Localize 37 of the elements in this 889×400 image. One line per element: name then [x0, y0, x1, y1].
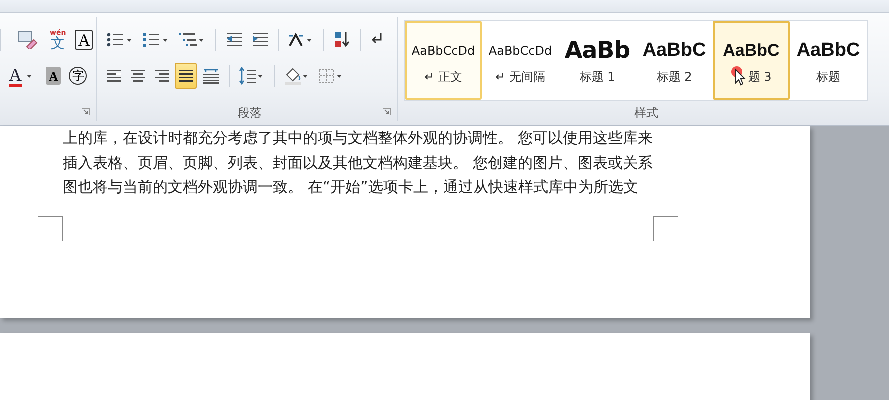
justify-icon[interactable] [178, 69, 194, 83]
caret-icon[interactable] [27, 74, 33, 78]
style-item[interactable]: AaBbC 题 3 [713, 21, 790, 100]
style-item[interactable]: AaBb 标题 1 [559, 21, 636, 100]
document-text-line: 上的库，在设计时都充分考虑了其中的项与文档整体外观的协调性。 您可以使用这些库来 [63, 128, 654, 149]
distributed-align-icon[interactable] [202, 68, 220, 84]
sort-icon[interactable] [333, 31, 351, 49]
document-text-line: 图也将与当前的文档外观协调一致。 在“开始”选项卡上，通过从快速样式库中为所选文 [63, 177, 640, 198]
increase-indent-icon[interactable] [251, 32, 269, 48]
margin-corner-mark [653, 216, 678, 240]
margin-corner-mark [38, 216, 63, 240]
group-label: 样式 [634, 104, 658, 122]
line-spacing-icon[interactable] [239, 67, 265, 85]
character-shading-button[interactable]: A [46, 67, 62, 85]
justify-button[interactable] [175, 63, 197, 89]
style-item[interactable]: AaBbCcDd ↵ 正文 [405, 21, 482, 100]
mouse-pointer-icon [731, 66, 748, 86]
dialog-launcher-icon[interactable] [383, 108, 391, 116]
style-item[interactable]: AaBbC 标题 2 [636, 21, 713, 100]
align-right-icon[interactable] [154, 69, 170, 83]
borders-icon[interactable] [318, 67, 344, 85]
decrease-indent-icon[interactable] [225, 32, 243, 48]
enclose-characters-button[interactable]: 字 [69, 67, 88, 85]
document-text-line: 插入表格、页眉、页脚、列表、封面以及其他文档构建基块。 您创建的图片、图表或关系 [63, 152, 654, 174]
align-left-icon[interactable] [106, 69, 122, 83]
bullets-icon[interactable] [106, 32, 134, 48]
paint-bucket-icon[interactable] [284, 67, 310, 85]
align-center-icon[interactable] [130, 69, 146, 83]
style-item[interactable]: AaBbC 标题 [790, 21, 867, 100]
character-border-button[interactable]: A [75, 30, 94, 50]
dialog-launcher-icon[interactable] [82, 108, 90, 116]
text-layout-icon[interactable] [288, 32, 314, 48]
group-label: 段落 [238, 104, 262, 122]
font-color-button[interactable]: A [6, 63, 36, 89]
multilevel-list-icon[interactable] [178, 32, 206, 48]
style-item[interactable]: AaBbCcDd ↵ 无间隔 [482, 21, 559, 100]
numbering-icon[interactable] [142, 32, 170, 48]
